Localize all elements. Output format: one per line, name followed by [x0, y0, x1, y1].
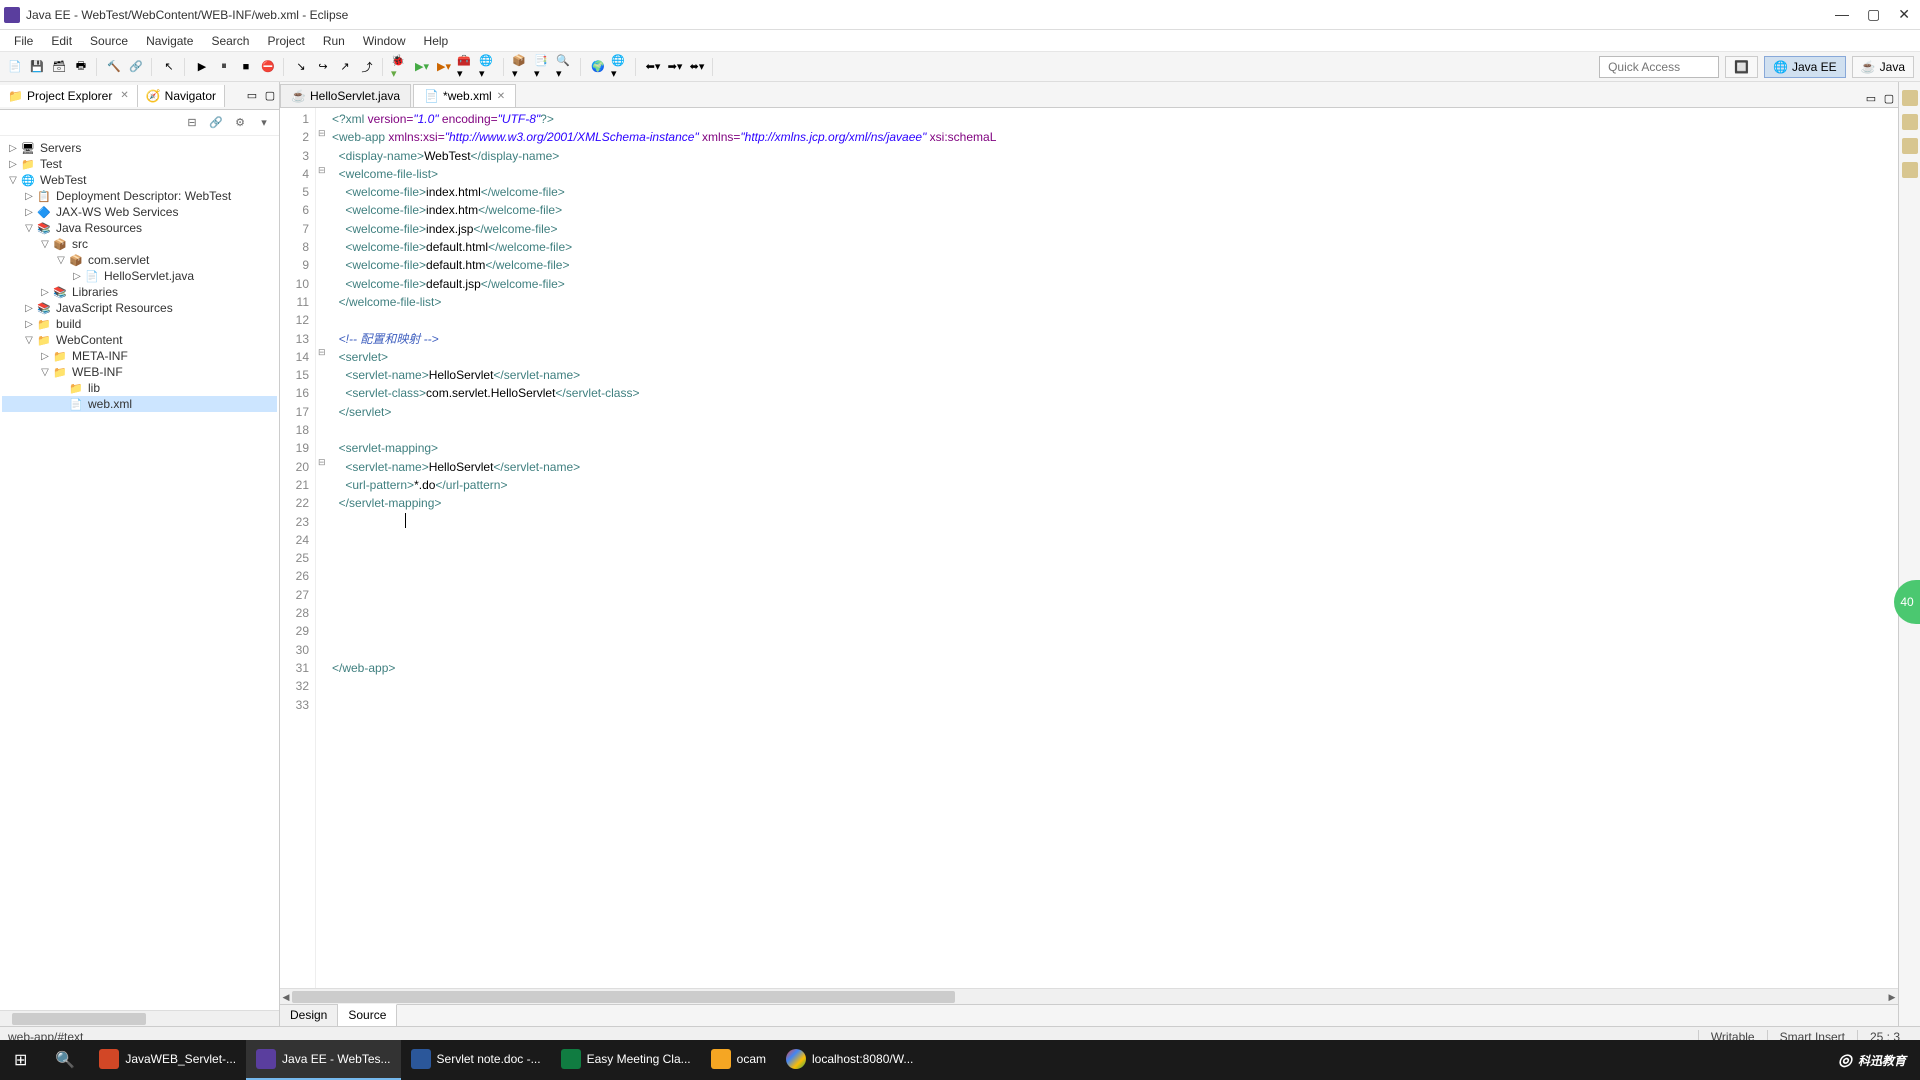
- tab-project-explorer[interactable]: 📁 Project Explorer✕: [0, 85, 138, 107]
- world-icon[interactable]: 🌍: [589, 58, 607, 76]
- menu-navigate[interactable]: Navigate: [138, 32, 201, 50]
- dropframe-icon[interactable]: ⤴: [358, 58, 376, 76]
- project-explorer-panel: 📁 Project Explorer✕ 🧭 Navigator ▭ ▢ ⊟ 🔗 …: [0, 82, 280, 1026]
- editor-tab-hello[interactable]: ☕HelloServlet.java: [280, 84, 411, 107]
- view-menu-icon[interactable]: ▾: [255, 114, 273, 132]
- link-icon[interactable]: 🔗: [127, 58, 145, 76]
- menu-project[interactable]: Project: [259, 32, 312, 50]
- resume-icon[interactable]: ▶: [193, 58, 211, 76]
- new-icon[interactable]: 📄: [6, 58, 24, 76]
- editor-tab-webxml[interactable]: 📄*web.xml✕: [413, 84, 516, 107]
- link-editor-icon[interactable]: 🔗: [207, 114, 225, 132]
- project-tree[interactable]: ▷🖥Servers ▷📁Test ▽🌐WebTest ▷📋Deployment …: [0, 136, 279, 1010]
- cursor-icon[interactable]: ↖: [160, 58, 178, 76]
- maximize-button[interactable]: ▢: [1867, 6, 1880, 23]
- newpkg-icon[interactable]: 📦▾: [512, 58, 530, 76]
- disconnect-icon[interactable]: ⛔: [259, 58, 277, 76]
- tab-source[interactable]: Source: [338, 1004, 397, 1026]
- tree-item-webxml[interactable]: 📄web.xml: [2, 396, 277, 412]
- editor-area: ☕HelloServlet.java 📄*web.xml✕ ▭ ▢ 123456…: [280, 82, 1898, 1026]
- task-word[interactable]: Servlet note.doc -...: [401, 1040, 551, 1080]
- stepover-icon[interactable]: ↪: [314, 58, 332, 76]
- line-gutter: 1234567891011121314151617181920212223242…: [280, 108, 316, 988]
- task-meeting[interactable]: Easy Meeting Cla...: [551, 1040, 701, 1080]
- globe-icon[interactable]: 🌐▾: [611, 58, 629, 76]
- build-icon[interactable]: 🔨: [105, 58, 123, 76]
- editor-h-scrollbar[interactable]: ◀▶: [280, 988, 1898, 1004]
- last-edit-icon[interactable]: ⬌▾: [688, 58, 706, 76]
- menu-run[interactable]: Run: [315, 32, 353, 50]
- search-button[interactable]: 🔍: [41, 1050, 89, 1070]
- collapse-all-icon[interactable]: ⊟: [183, 114, 201, 132]
- runlast-icon[interactable]: ▶▾: [435, 58, 453, 76]
- quick-access-input[interactable]: [1599, 56, 1719, 78]
- view-max-icon[interactable]: ▢: [261, 87, 279, 105]
- menu-source[interactable]: Source: [82, 32, 136, 50]
- save-icon[interactable]: 💾: [28, 58, 46, 76]
- nav-fwd-icon[interactable]: ➡▾: [666, 58, 684, 76]
- server-icon[interactable]: 🌐▾: [479, 58, 497, 76]
- saveall-icon[interactable]: 🗃: [50, 58, 68, 76]
- menu-window[interactable]: Window: [355, 32, 414, 50]
- minimize-button[interactable]: —: [1835, 6, 1849, 23]
- menu-help[interactable]: Help: [416, 32, 457, 50]
- task-ppt[interactable]: JavaWEB_Servlet-...: [89, 1040, 246, 1080]
- stepreturn-icon[interactable]: ↗: [336, 58, 354, 76]
- snippets-icon[interactable]: [1902, 162, 1918, 178]
- pause-icon[interactable]: ⏸: [215, 58, 233, 76]
- stop-icon[interactable]: ■: [237, 58, 255, 76]
- editor-max-icon[interactable]: ▢: [1880, 89, 1898, 107]
- open-perspective-button[interactable]: 🔲: [1725, 56, 1758, 78]
- menu-search[interactable]: Search: [203, 32, 257, 50]
- perspective-java[interactable]: ☕ Java: [1852, 56, 1914, 78]
- right-trim: [1898, 82, 1920, 1026]
- newtype-icon[interactable]: 📑▾: [534, 58, 552, 76]
- close-icon[interactable]: ✕: [120, 90, 128, 101]
- print-icon[interactable]: 🖶: [72, 58, 90, 76]
- close-icon[interactable]: ✕: [497, 91, 505, 102]
- menu-edit[interactable]: Edit: [43, 32, 80, 50]
- editor-mode-tabs: Design Source: [280, 1004, 1898, 1026]
- workbench: 📁 Project Explorer✕ 🧭 Navigator ▭ ▢ ⊟ 🔗 …: [0, 82, 1920, 1026]
- filter-icon[interactable]: ⚙: [231, 114, 249, 132]
- palette-icon[interactable]: [1902, 138, 1918, 154]
- nav-back-icon[interactable]: ⬅▾: [644, 58, 662, 76]
- task-eclipse[interactable]: Java EE - WebTes...: [246, 1040, 401, 1080]
- tasklist-icon[interactable]: [1902, 114, 1918, 130]
- stepinto-icon[interactable]: ↘: [292, 58, 310, 76]
- run-icon[interactable]: ▶▾: [413, 58, 431, 76]
- fold-bar[interactable]: ⊟ ⊟ ⊟ ⊟: [316, 108, 328, 988]
- task-chrome[interactable]: localhost:8080/W...: [776, 1040, 923, 1080]
- window-title: Java EE - WebTest/WebContent/WEB-INF/web…: [26, 8, 1835, 22]
- debug-icon[interactable]: 🐞▾: [391, 58, 409, 76]
- windows-taskbar: ⊞ 🔍 JavaWEB_Servlet-... Java EE - WebTes…: [0, 1040, 1920, 1080]
- main-toolbar: 📄💾🗃🖶 🔨🔗 ↖ ▶⏸■⛔ ↘↪↗⤴ 🐞▾▶▾▶▾🧰▾🌐▾ 📦▾📑▾🔍▾ 🌍🌐…: [0, 52, 1920, 82]
- search-icon[interactable]: 🔍▾: [556, 58, 574, 76]
- code-editor[interactable]: <?xml version="1.0" encoding="UTF-8"?> <…: [328, 108, 1898, 988]
- start-button[interactable]: ⊞: [0, 1050, 41, 1070]
- app-icon: [4, 7, 20, 23]
- sidebar-scrollbar[interactable]: [0, 1010, 279, 1026]
- view-min-icon[interactable]: ▭: [243, 87, 261, 105]
- close-button[interactable]: ✕: [1898, 6, 1910, 23]
- tab-design[interactable]: Design: [280, 1005, 338, 1026]
- task-ocam[interactable]: ocam: [701, 1040, 776, 1080]
- ext-tools-icon[interactable]: 🧰▾: [457, 58, 475, 76]
- menu-file[interactable]: File: [6, 32, 41, 50]
- tab-navigator[interactable]: 🧭 Navigator: [138, 85, 225, 107]
- editor-min-icon[interactable]: ▭: [1862, 89, 1880, 107]
- outline-icon[interactable]: [1902, 90, 1918, 106]
- title-bar: Java EE - WebTest/WebContent/WEB-INF/web…: [0, 0, 1920, 30]
- perspective-javaee[interactable]: 🌐 Java EE: [1764, 56, 1846, 78]
- brand-logo: ◎ 科迅教育: [1838, 1050, 1906, 1070]
- menu-bar: File Edit Source Navigate Search Project…: [0, 30, 1920, 52]
